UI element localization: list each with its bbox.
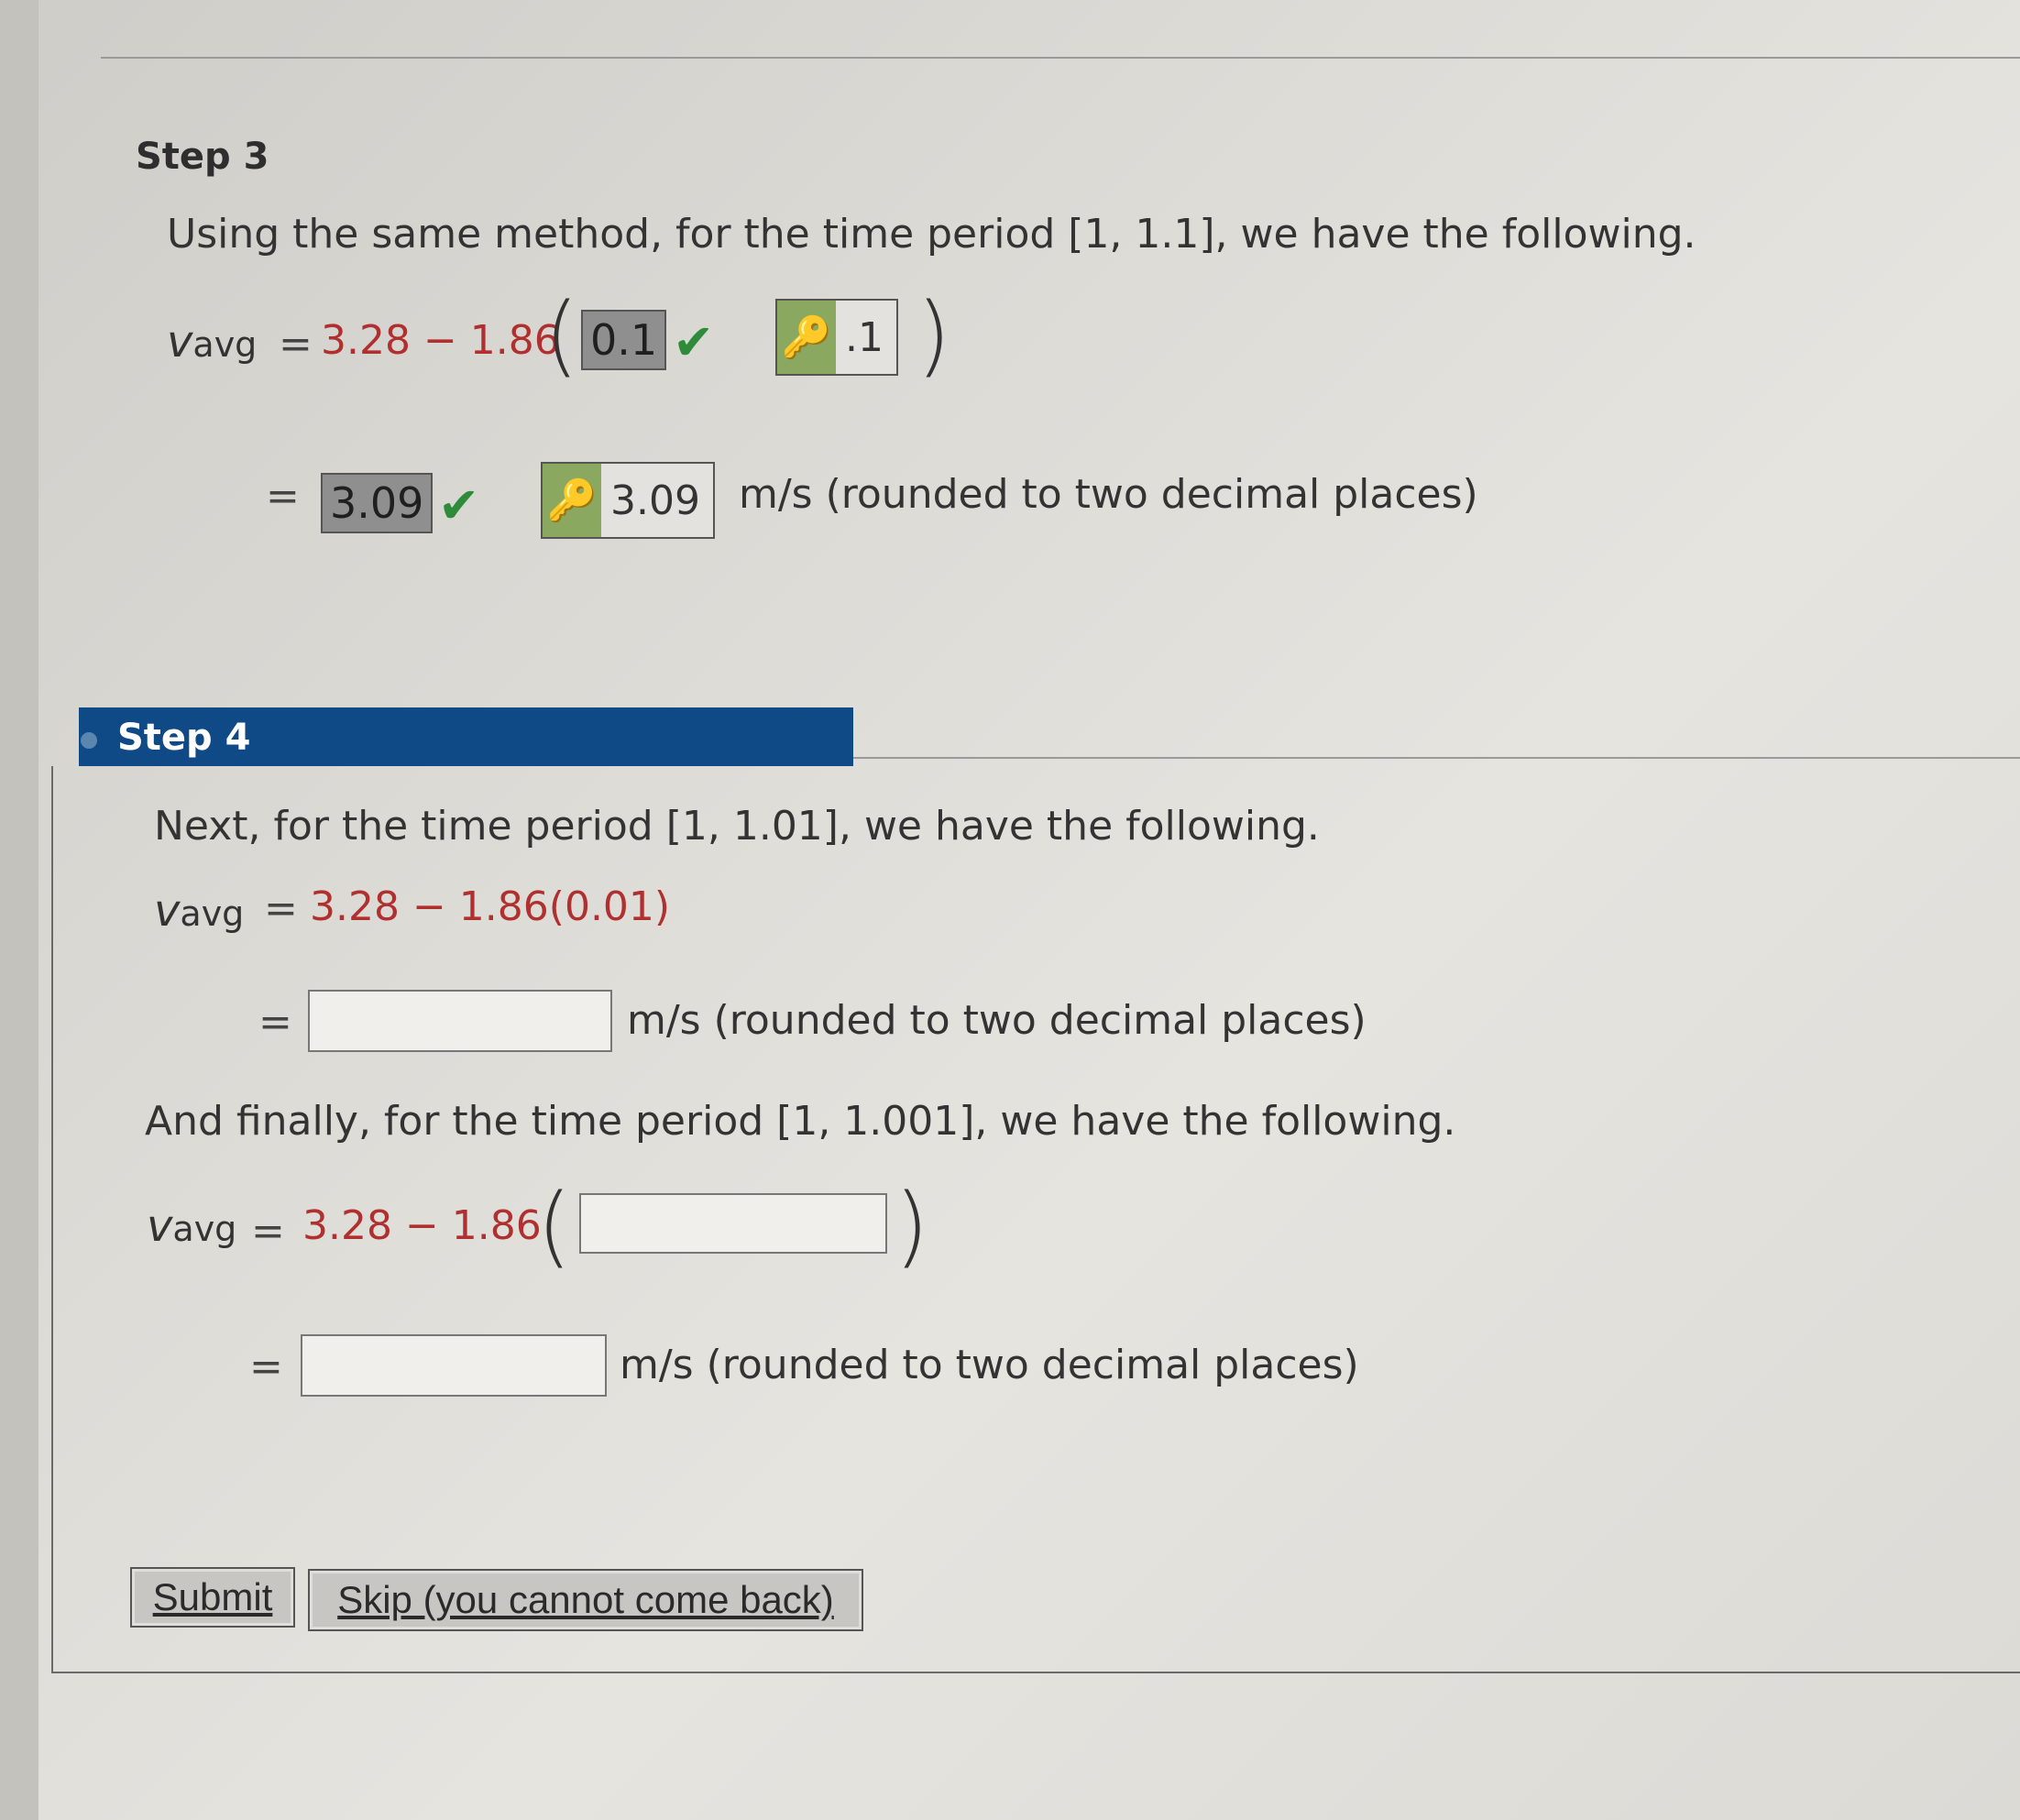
step4-v-avg-1: vavg: [154, 885, 245, 937]
step3-key-answer-2[interactable]: 🔑 3.09: [541, 462, 715, 539]
step3-v-avg: vavg: [167, 316, 258, 367]
step3-key-value-1: .1: [845, 313, 884, 361]
step4-expression-1: 3.28 − 1.86(0.01): [310, 883, 671, 930]
step4-bullet: [81, 732, 97, 749]
skip-button[interactable]: Skip (you cannot come back): [308, 1569, 863, 1631]
step3-expression: 3.28 − 1.86: [321, 317, 560, 364]
panel-bottom-border: [51, 1672, 2020, 1673]
step4-equals-1: =: [264, 885, 298, 932]
step4-paren-open: (: [537, 1175, 572, 1277]
step3-paren-close: ): [917, 284, 951, 387]
step4-paren-close: ): [895, 1175, 929, 1277]
step4-divider: [853, 757, 2020, 759]
step3-answer-2: 3.09: [321, 473, 434, 533]
step3-equals-1: =: [279, 321, 313, 367]
step4-equals-2: =: [258, 999, 292, 1046]
step4-intro-1: Next, for the time period [1, 1.01], we …: [154, 803, 1320, 850]
step4-v-avg-2: vavg: [147, 1201, 237, 1252]
velocity-input-2[interactable]: [301, 1334, 607, 1397]
step3-title: Step 3: [136, 136, 269, 178]
step4-equals-3: =: [251, 1208, 285, 1255]
time-interval-input[interactable]: [579, 1193, 887, 1254]
step3-equals-2: =: [266, 473, 300, 520]
step3-unit: m/s (rounded to two decimal places): [739, 471, 1478, 518]
key-icon: 🔑: [543, 464, 601, 537]
velocity-input-1[interactable]: [308, 990, 612, 1052]
step3-answer-1: 0.1: [581, 310, 667, 370]
step3-paren-open: (: [544, 284, 579, 387]
step4-expression-2: 3.28 − 1.86: [302, 1202, 542, 1249]
page-left-edge: [0, 0, 38, 1820]
step4-unit-1: m/s (rounded to two decimal places): [627, 997, 1367, 1044]
top-divider: [101, 57, 2020, 59]
key-icon: 🔑: [777, 301, 836, 374]
check-icon: ✔: [673, 313, 715, 371]
check-icon: ✔: [438, 477, 480, 534]
step4-intro-2: And finally, for the time period [1, 1.0…: [145, 1098, 1456, 1145]
step4-title: Step 4: [117, 717, 251, 759]
submit-button[interactable]: Submit: [130, 1567, 295, 1628]
step3-key-value-2: 3.09: [610, 477, 700, 524]
panel-left-border: [51, 766, 53, 1673]
step3-key-answer-1[interactable]: 🔑 .1: [775, 299, 898, 376]
step4-unit-2: m/s (rounded to two decimal places): [620, 1342, 1359, 1388]
step4-equals-4: =: [249, 1343, 283, 1390]
step3-intro: Using the same method, for the time peri…: [167, 211, 1696, 258]
